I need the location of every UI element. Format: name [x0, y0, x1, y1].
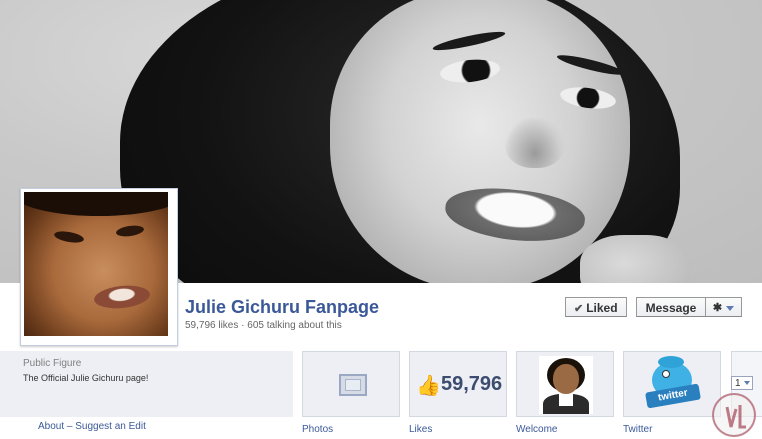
app-label-twitter[interactable]: Twitter	[623, 424, 652, 435]
liked-button[interactable]: ✔ Liked	[565, 297, 627, 317]
welcome-collar	[559, 394, 573, 406]
settings-dropdown-button[interactable]: ✱	[705, 297, 742, 317]
welcome-face	[553, 364, 579, 394]
chevron-down-icon	[744, 381, 750, 385]
message-label: Message	[645, 301, 697, 315]
profile-eye-right	[115, 224, 145, 238]
profile-eye-left	[53, 229, 85, 245]
chevron-down-icon	[726, 305, 735, 311]
page-title[interactable]: Julie Gichuru Fanpage	[185, 297, 379, 318]
profile-hair	[24, 192, 168, 216]
page-category: Public Figure	[23, 358, 82, 369]
gear-icon: ✱	[712, 302, 723, 314]
message-button[interactable]: Message	[636, 297, 706, 317]
app-tile-likes[interactable]: 👍 59,796	[409, 351, 507, 417]
welcome-photo	[539, 356, 593, 414]
thumbs-up-icon: 👍	[416, 375, 441, 397]
app-tile-twitter[interactable]: twitter	[623, 351, 721, 417]
twitter-bird-eye	[662, 370, 670, 378]
checkmark-icon: ✔	[574, 303, 584, 315]
app-label-welcome[interactable]: Welcome	[516, 424, 558, 435]
profile-lips	[93, 283, 151, 311]
liked-label: Liked	[586, 301, 618, 315]
watermark-logo-graphic	[725, 405, 746, 429]
app-tile-welcome[interactable]	[516, 351, 614, 417]
profile-picture[interactable]	[20, 188, 178, 346]
page-stats: 59,796 likes · 605 talking about this	[185, 320, 342, 331]
app-tile-photos[interactable]	[302, 351, 400, 417]
profile-photo	[24, 192, 168, 336]
app-label-likes[interactable]: Likes	[409, 424, 432, 435]
watermark-logo-icon	[712, 393, 756, 437]
likes-count: 59,796	[441, 373, 503, 395]
cover-hand	[580, 235, 690, 283]
cover-nose	[505, 118, 565, 168]
page-description: The Official Julie Gichuru page!	[23, 373, 149, 383]
photos-icon	[339, 374, 367, 396]
about-suggest-edit-links[interactable]: About – Suggest an Edit	[38, 421, 146, 432]
app-label-photos[interactable]: Photos	[302, 424, 333, 435]
